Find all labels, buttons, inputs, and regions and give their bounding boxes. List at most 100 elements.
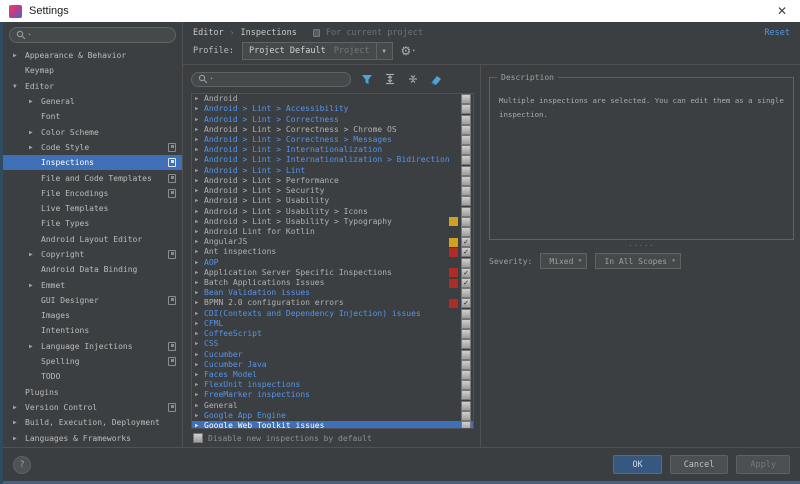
breadcrumb-inspections[interactable]: Inspections [241, 28, 297, 38]
sidebar-item-emmet[interactable]: ▶Emmet [3, 277, 182, 292]
chevron-collapsed-icon[interactable]: ▶ [195, 207, 204, 217]
eraser-icon[interactable] [429, 72, 443, 86]
profile-dropdown-arrow-icon[interactable]: ▼ [376, 43, 392, 59]
splitter-handle[interactable]: ····· [489, 240, 794, 251]
chevron-collapsed-icon[interactable]: ▶ [195, 350, 204, 360]
inspection-enabled-checkbox[interactable] [461, 166, 471, 176]
chevron-collapsed-icon[interactable]: ▶ [29, 144, 41, 151]
chevron-collapsed-icon[interactable]: ▶ [195, 186, 204, 196]
inspection-enabled-checkbox[interactable]: ✓ [461, 247, 471, 257]
inspections-search-input[interactable] [215, 75, 344, 84]
sidebar-item-keymap[interactable]: Keymap [3, 63, 182, 78]
sidebar-item-code-style[interactable]: ▶Code Style [3, 140, 182, 155]
inspection-row-android-lint-usability-icons[interactable]: ▶Android > Lint > Usability > Icons [192, 206, 473, 216]
inspection-enabled-checkbox[interactable] [461, 309, 471, 319]
inspection-enabled-checkbox[interactable] [461, 319, 471, 329]
inspection-row-google-app-engine[interactable]: ▶Google App Engine [192, 411, 473, 421]
inspection-row-cucumber-java[interactable]: ▶Cucumber Java [192, 360, 473, 370]
inspection-row-android-lint-security[interactable]: ▶Android > Lint > Security [192, 186, 473, 196]
chevron-collapsed-icon[interactable]: ▶ [195, 196, 204, 206]
chevron-collapsed-icon[interactable]: ▶ [195, 329, 204, 339]
chevron-collapsed-icon[interactable]: ▶ [29, 343, 41, 350]
inspection-row-ant-inspections[interactable]: ▶Ant inspections✓ [192, 247, 473, 257]
chevron-collapsed-icon[interactable]: ▶ [195, 258, 204, 268]
inspection-row-general[interactable]: ▶General [192, 401, 473, 411]
inspection-enabled-checkbox[interactable] [461, 94, 471, 104]
inspection-row-batch-applications-issues[interactable]: ▶Batch Applications Issues✓ [192, 278, 473, 288]
sidebar-item-file-encodings[interactable]: File Encodings [3, 186, 182, 201]
inspection-row-android-lint-usability-typography[interactable]: ▶Android > Lint > Usability > Typography [192, 217, 473, 227]
sidebar-item-language-injections[interactable]: ▶Language Injections [3, 339, 182, 354]
sidebar-item-languages-frameworks[interactable]: ▶Languages & Frameworks [3, 430, 182, 445]
sidebar-search-input[interactable] [33, 31, 169, 40]
chevron-collapsed-icon[interactable]: ▶ [195, 104, 204, 114]
sidebar-item-gui-designer[interactable]: GUI Designer [3, 293, 182, 308]
chevron-collapsed-icon[interactable]: ▶ [195, 390, 204, 400]
inspection-row-android-lint-internationalization-bidirectional-text[interactable]: ▶Android > Lint > Internationalization >… [192, 155, 473, 165]
chevron-collapsed-icon[interactable]: ▶ [195, 380, 204, 390]
collapse-all-icon[interactable] [406, 72, 420, 86]
inspection-enabled-checkbox[interactable] [461, 360, 471, 370]
inspection-enabled-checkbox[interactable] [461, 390, 471, 400]
chevron-collapsed-icon[interactable]: ▶ [195, 288, 204, 298]
inspection-row-android-lint-for-kotlin[interactable]: ▶Android Lint for Kotlin [192, 227, 473, 237]
sidebar-item-color-scheme[interactable]: ▶Color Scheme [3, 124, 182, 139]
cancel-button[interactable]: Cancel [670, 455, 729, 474]
disable-new-inspections-row[interactable]: Disable new inspections by default [191, 429, 474, 445]
close-icon[interactable]: ✕ [773, 4, 791, 18]
profile-combobox[interactable]: Project Default Project ▼ [242, 42, 393, 60]
inspection-enabled-checkbox[interactable] [461, 207, 471, 217]
sidebar-item-spelling[interactable]: Spelling [3, 354, 182, 369]
sidebar-item-todo[interactable]: TODO [3, 369, 182, 384]
inspection-enabled-checkbox[interactable] [461, 145, 471, 155]
sidebar-item-font[interactable]: Font [3, 109, 182, 124]
chevron-collapsed-icon[interactable]: ▶ [195, 227, 204, 237]
chevron-collapsed-icon[interactable]: ▶ [29, 251, 41, 258]
inspection-enabled-checkbox[interactable] [461, 421, 471, 429]
inspection-enabled-checkbox[interactable] [461, 155, 471, 165]
inspections-search-field[interactable]: ▾ [191, 72, 351, 87]
chevron-collapsed-icon[interactable]: ▶ [195, 401, 204, 411]
inspection-enabled-checkbox[interactable]: ✓ [461, 278, 471, 288]
chevron-collapsed-icon[interactable]: ▶ [29, 129, 41, 136]
chevron-collapsed-icon[interactable]: ▶ [195, 94, 204, 104]
inspection-row-android-lint-correctness-messages[interactable]: ▶Android > Lint > Correctness > Messages [192, 135, 473, 145]
chevron-expanded-icon[interactable]: ▼ [13, 83, 25, 90]
help-button[interactable]: ? [13, 456, 31, 474]
inspection-row-google-web-toolkit-issues[interactable]: ▶Google Web Toolkit issues [192, 421, 473, 429]
inspection-enabled-checkbox[interactable] [461, 288, 471, 298]
chevron-collapsed-icon[interactable]: ▶ [195, 217, 204, 227]
inspection-row-android-lint-accessibility[interactable]: ▶Android > Lint > Accessibility [192, 104, 473, 114]
chevron-collapsed-icon[interactable]: ▶ [195, 268, 204, 278]
sidebar-item-inspections[interactable]: Inspections [3, 155, 182, 170]
inspection-enabled-checkbox[interactable]: ✓ [461, 237, 471, 247]
inspection-row-cfml[interactable]: ▶CFML [192, 319, 473, 329]
search-history-arrow-icon[interactable]: ▾ [210, 76, 213, 82]
sidebar-item-general[interactable]: ▶General [3, 94, 182, 109]
sidebar-item-editor[interactable]: ▼Editor [3, 79, 182, 94]
profile-actions-button[interactable]: ⚙ ▾ [401, 45, 416, 57]
apply-button[interactable]: Apply [736, 455, 790, 474]
severity-dropdown[interactable]: Mixed ▼ [540, 253, 587, 269]
inspection-row-faces-model[interactable]: ▶Faces Model [192, 370, 473, 380]
inspection-row-cucumber[interactable]: ▶Cucumber [192, 349, 473, 359]
inspection-enabled-checkbox[interactable] [461, 227, 471, 237]
inspection-enabled-checkbox[interactable] [461, 135, 471, 145]
chevron-collapsed-icon[interactable]: ▶ [195, 155, 204, 165]
sidebar-item-version-control[interactable]: ▶Version Control [3, 400, 182, 415]
inspection-enabled-checkbox[interactable] [461, 350, 471, 360]
inspection-row-android-lint-performance[interactable]: ▶Android > Lint > Performance [192, 176, 473, 186]
filter-icon[interactable] [360, 72, 374, 86]
inspection-enabled-checkbox[interactable] [461, 217, 471, 227]
chevron-collapsed-icon[interactable]: ▶ [29, 282, 41, 289]
inspection-row-aop[interactable]: ▶AOP [192, 258, 473, 268]
chevron-collapsed-icon[interactable]: ▶ [195, 370, 204, 380]
inspection-row-android-lint-usability[interactable]: ▶Android > Lint > Usability [192, 196, 473, 206]
chevron-collapsed-icon[interactable]: ▶ [195, 411, 204, 421]
inspection-enabled-checkbox[interactable] [461, 380, 471, 390]
ok-button[interactable]: OK [613, 455, 661, 474]
inspection-enabled-checkbox[interactable] [461, 125, 471, 135]
chevron-collapsed-icon[interactable]: ▶ [29, 98, 41, 105]
disable-new-inspections-checkbox[interactable] [193, 433, 203, 443]
inspection-row-android-lint-correctness-chrome-os[interactable]: ▶Android > Lint > Correctness > Chrome O… [192, 125, 473, 135]
